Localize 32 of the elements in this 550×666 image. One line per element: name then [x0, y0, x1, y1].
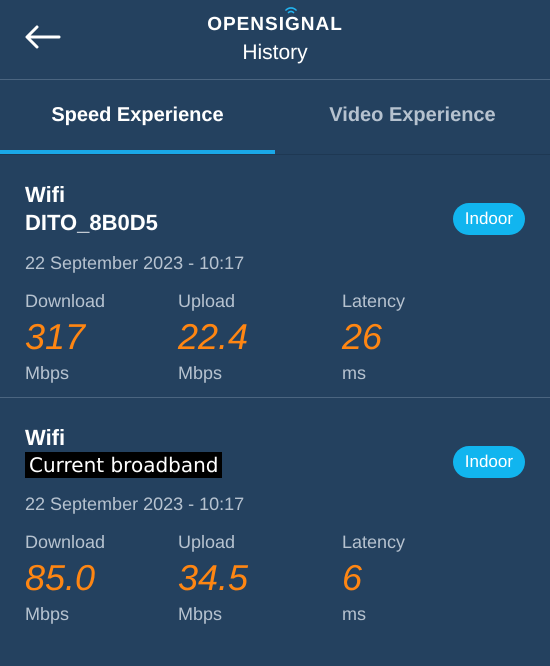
metric-value: 22.4	[178, 315, 250, 359]
network-name: Current broadband	[25, 452, 222, 478]
metric-label: Upload	[178, 531, 236, 554]
back-button[interactable]	[24, 24, 62, 50]
metric-value: 85.0	[25, 556, 96, 600]
metric-value: 26	[342, 315, 384, 359]
metric-unit: Mbps	[25, 362, 70, 385]
metric-label: Download	[25, 531, 106, 554]
back-arrow-icon	[25, 25, 61, 49]
app-logo: OPENSIGNAL	[207, 14, 343, 34]
metric-unit: ms	[342, 362, 367, 385]
metric-unit: ms	[342, 603, 367, 626]
metric-unit: Mbps	[178, 362, 224, 385]
test-date: 22 September 2023 - 10:17	[25, 252, 246, 275]
network-type: Wifi	[25, 424, 66, 452]
metric-unit: Mbps	[178, 603, 224, 626]
page-title: History	[242, 40, 308, 66]
metric-label: Latency	[342, 531, 406, 554]
test-date: 22 September 2023 - 10:17	[25, 493, 246, 516]
metric-label: Upload	[178, 290, 236, 313]
network-name: DITO_8B0D5	[25, 209, 158, 237]
network-type: Wifi	[25, 181, 66, 209]
metric-unit: Mbps	[25, 603, 70, 626]
metric-value: 6	[342, 556, 364, 600]
indoor-badge: Indoor	[452, 203, 525, 234]
metric-label: Download	[25, 290, 106, 313]
metric-value: 34.5	[178, 556, 250, 600]
metric-value: 317	[25, 315, 87, 359]
indoor-badge: Indoor	[452, 446, 525, 478]
tab[interactable]: Video Experience	[275, 80, 550, 154]
metric-label: Latency	[342, 290, 406, 313]
tab[interactable]: Speed Experience	[0, 80, 275, 154]
